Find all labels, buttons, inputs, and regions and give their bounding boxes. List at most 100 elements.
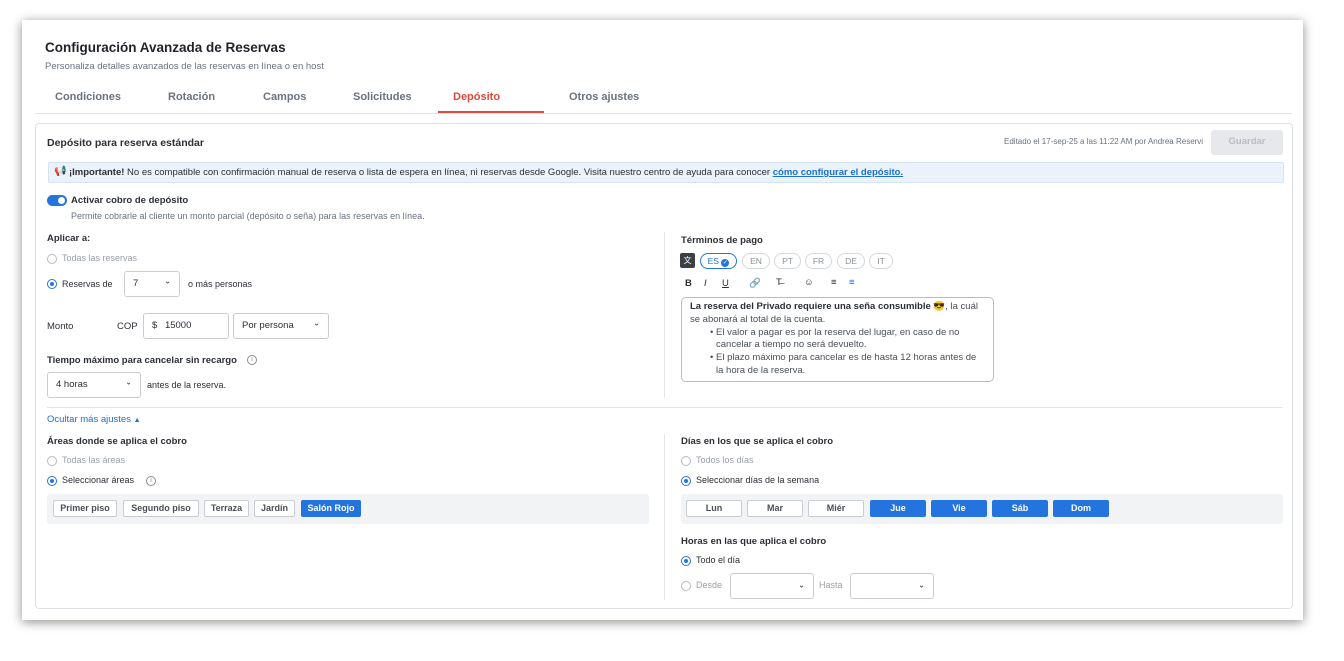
from-time-select[interactable]: ⌄ (730, 573, 814, 599)
underline-button[interactable]: U (722, 278, 729, 289)
area-chip-terraza[interactable]: Terraza (204, 500, 249, 517)
day-chip-vie[interactable]: Vie (931, 500, 987, 517)
amount-unit-value: Por persona (242, 320, 294, 331)
tab-condiciones[interactable]: Condiciones (55, 91, 121, 103)
deposit-toggle-label: Activar cobro de depósito (71, 195, 189, 206)
translate-icon[interactable]: 文 (680, 253, 695, 268)
day-chip-jue[interactable]: Jue (870, 500, 926, 517)
apply-label: Aplicar a: (47, 233, 91, 244)
to-time-select[interactable]: ⌄ (850, 573, 934, 599)
notice-strong: ¡Importante! (69, 167, 125, 178)
megaphone-icon: 📢 (54, 166, 67, 177)
deposit-toggle[interactable] (47, 195, 67, 206)
amount-value: 15000 (164, 320, 192, 331)
radio-all-day[interactable] (681, 556, 691, 566)
emoji-icon[interactable]: ☺ (804, 277, 814, 288)
amount-label: Monto (47, 321, 74, 332)
link-icon[interactable]: 🔗 (749, 278, 761, 289)
notice-text: No es compatible con confirmación manual… (124, 167, 773, 178)
lang-de[interactable]: DE (837, 253, 865, 269)
day-chip-dom[interactable]: Dom (1053, 500, 1109, 517)
radio-from-label: Desde (696, 580, 723, 590)
page-subtitle: Personaliza detalles avanzados de las re… (45, 61, 324, 72)
tab-rotacion[interactable]: Rotación (168, 91, 215, 103)
info-icon[interactable]: i (247, 355, 257, 365)
amount-unit-select[interactable]: Por persona ⌄ (233, 313, 329, 339)
active-tab-indicator (438, 111, 544, 113)
emoji: 😎 (933, 301, 946, 312)
tab-deposito[interactable]: Depósito (453, 91, 500, 103)
day-chip-lun[interactable]: Lun (686, 500, 742, 517)
party-size-value: 7 (133, 278, 139, 289)
chevron-down-icon: ⌄ (125, 377, 132, 387)
radio-reservations-from-label: Reservas de (62, 279, 113, 289)
areas-label: Áreas donde se aplica el cobro (47, 436, 187, 447)
chevron-down-icon: ⌄ (798, 580, 805, 590)
toggle-more-settings-link[interactable]: Ocultar más ajustes ▲ (47, 414, 141, 425)
lang-en[interactable]: EN (742, 253, 770, 269)
terms-bullet: • El plazo máximo para cancelar es de has… (710, 352, 977, 376)
day-chip-mar[interactable]: Mar (747, 500, 803, 517)
areas-chip-bar: Primer piso Segundo piso Terraza Jardín … (47, 494, 649, 524)
ordered-list-icon[interactable]: ≡ (831, 277, 837, 288)
terms-bullet: • El valor a pagar es por la reserva del … (710, 326, 960, 351)
page-title: Configuración Avanzada de Reservas (45, 40, 286, 55)
party-size-select[interactable]: 7 ⌄ (124, 271, 180, 297)
edited-info: Editado el 17-sep-25 a las 11:22 AM por … (1004, 137, 1204, 146)
tab-solicitudes[interactable]: Solicitudes (353, 91, 412, 103)
italic-button[interactable]: I (704, 278, 707, 289)
radio-all-areas-label: Todas las áreas (62, 455, 126, 465)
cancel-suffix: antes de la reserva. (147, 380, 227, 390)
area-chip-segundo-piso[interactable]: Segundo piso (123, 500, 199, 517)
cancel-label: Tiempo máximo para cancelar sin recargo (47, 355, 237, 366)
currency-symbol: $ (152, 320, 158, 331)
save-button[interactable]: Guardar (1211, 130, 1283, 155)
to-label: Hasta (819, 580, 843, 590)
info-icon[interactable]: i (146, 476, 156, 486)
radio-all-days[interactable] (681, 456, 691, 466)
radio-all-reservations-label: Todas las reservas (62, 253, 138, 263)
notice-help-link[interactable]: cómo configurar el depósito. (773, 167, 903, 178)
hours-label: Horas en las que aplica el cobro (681, 536, 827, 547)
deposit-toggle-description: Permite cobrarle al cliente un monto par… (71, 211, 425, 221)
lang-es[interactable]: ES ✓ (700, 253, 737, 269)
tab-otros-ajustes[interactable]: Otros ajustes (569, 91, 639, 103)
party-size-suffix: o más personas (188, 279, 253, 289)
tab-campos[interactable]: Campos (263, 91, 306, 103)
radio-from[interactable] (681, 581, 691, 591)
area-chip-jardin[interactable]: Jardín (254, 500, 295, 517)
lang-fr[interactable]: FR (805, 253, 832, 269)
radio-select-days-label: Seleccionar días de la semana (696, 475, 820, 485)
radio-reservations-from[interactable] (47, 279, 57, 289)
radio-select-days[interactable] (681, 476, 691, 486)
deposit-panel: Depósito para reserva estándar Editado e… (35, 123, 1293, 609)
area-chip-primer-piso[interactable]: Primer piso (53, 500, 117, 517)
lang-pt[interactable]: PT (774, 253, 801, 269)
radio-all-areas[interactable] (47, 456, 57, 466)
clear-format-icon[interactable]: T̶ (776, 277, 782, 288)
days-chip-bar: Lun Mar Miér Jue Vie Sáb Dom (681, 494, 1283, 524)
radio-select-areas[interactable] (47, 476, 57, 486)
section-title: Depósito para reserva estándar (47, 137, 204, 149)
chevron-down-icon: ⌄ (164, 276, 171, 286)
amount-input[interactable]: $ 15000 (143, 313, 229, 339)
day-chip-mier[interactable]: Miér (808, 500, 864, 517)
cancel-time-value: 4 horas (56, 379, 88, 390)
chevron-down-icon: ⌄ (313, 318, 320, 328)
lang-it[interactable]: IT (869, 253, 893, 269)
check-icon: ✓ (721, 259, 730, 267)
radio-all-day-label: Todo el día (696, 555, 741, 565)
day-chip-sab[interactable]: Sáb (992, 500, 1048, 517)
tab-bar: Condiciones Rotación Campos Solicitudes … (35, 84, 1292, 114)
bullet-list-icon[interactable]: ≡ (849, 277, 855, 288)
bold-button[interactable]: B (685, 278, 692, 289)
column-divider (664, 232, 665, 398)
cancel-time-select[interactable]: 4 horas ⌄ (47, 372, 141, 398)
area-chip-salon-rojo[interactable]: Salón Rojo (301, 500, 361, 517)
days-label: Días en los que se aplica el cobro (681, 436, 834, 447)
chevron-up-icon: ▲ (133, 417, 141, 424)
radio-all-reservations[interactable] (47, 254, 57, 264)
column-divider (664, 434, 665, 600)
currency-label: COP (117, 321, 138, 332)
terms-editor[interactable]: La reserva del Privado requiere una seña… (681, 297, 994, 382)
